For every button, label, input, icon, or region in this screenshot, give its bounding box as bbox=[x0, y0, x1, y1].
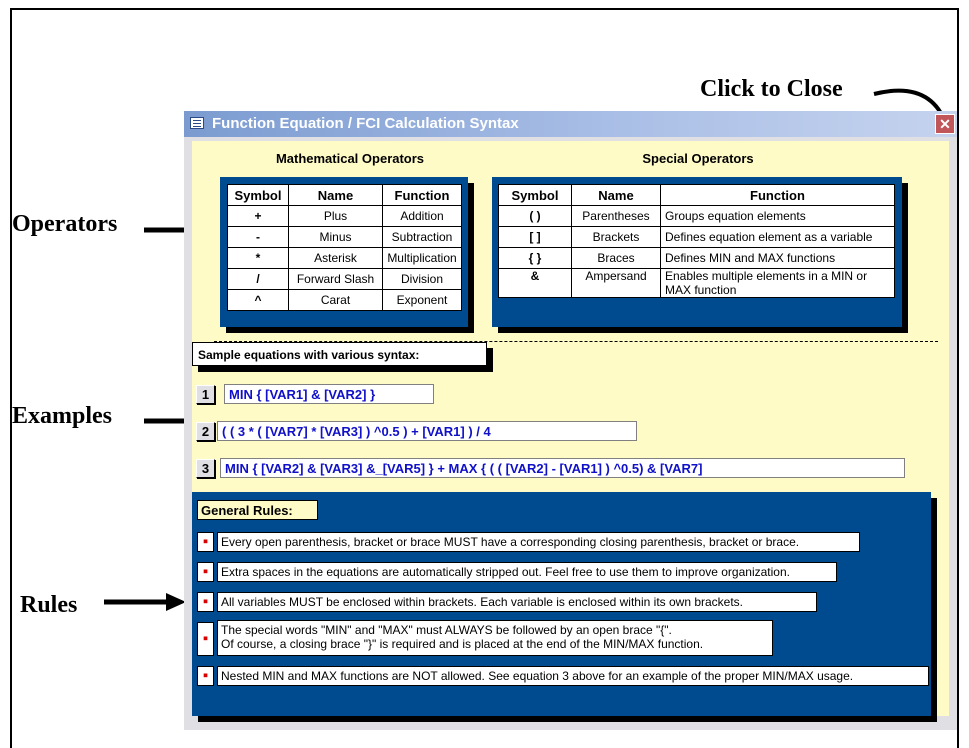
window-title: Function Equation / FCI Calculation Synt… bbox=[212, 115, 519, 132]
rule-item: The special words "MIN" and "MAX" must A… bbox=[217, 620, 773, 656]
name-cell: Asterisk bbox=[288, 247, 383, 269]
operators-callout: Operators bbox=[12, 211, 118, 237]
equation-2-button[interactable]: 2 bbox=[196, 422, 215, 441]
symbol-cell: + bbox=[227, 205, 289, 227]
equation-3-button[interactable]: 3 bbox=[196, 459, 215, 478]
column-header: Symbol bbox=[227, 184, 289, 206]
symbol-cell: ( ) bbox=[498, 205, 572, 227]
rule-item: Every open parenthesis, bracket or brace… bbox=[217, 532, 860, 552]
table-row: / Forward Slash Division bbox=[227, 268, 462, 290]
function-cell: Defines equation element as a variable bbox=[660, 226, 895, 248]
name-cell: Ampersand bbox=[571, 268, 661, 298]
window-titlebar[interactable]: Function Equation / FCI Calculation Synt… bbox=[184, 111, 957, 137]
form-icon bbox=[190, 117, 204, 129]
column-header: Name bbox=[288, 184, 383, 206]
table-row: ( ) Parentheses Groups equation elements bbox=[498, 205, 895, 227]
symbol-cell: - bbox=[227, 226, 289, 248]
rule-item: Extra spaces in the equations are automa… bbox=[217, 562, 837, 582]
bullet-icon: ▪ bbox=[197, 562, 214, 582]
symbol-cell: { } bbox=[498, 247, 572, 269]
symbol-cell: ^ bbox=[227, 289, 289, 311]
bullet-icon: ▪ bbox=[197, 532, 214, 552]
column-header: Symbol bbox=[498, 184, 572, 206]
function-cell: Groups equation elements bbox=[660, 205, 895, 227]
name-cell: Forward Slash bbox=[288, 268, 383, 290]
sample-equations-label: Sample equations with various syntax: bbox=[192, 342, 487, 366]
name-cell: Plus bbox=[288, 205, 383, 227]
click-to-close-callout: Click to Close bbox=[700, 76, 843, 102]
table-row: * Asterisk Multiplication bbox=[227, 247, 462, 269]
rule-text: Nested MIN and MAX functions are NOT all… bbox=[221, 669, 854, 683]
rule-item: Nested MIN and MAX functions are NOT all… bbox=[217, 666, 929, 686]
special-operators-table: Symbol Name Function ( ) Parentheses Gro… bbox=[498, 184, 895, 298]
rule-item: All variables MUST be enclosed within br… bbox=[217, 592, 817, 612]
function-cell: Multiplication bbox=[382, 247, 462, 269]
special-operators-heading: Special Operators bbox=[642, 151, 754, 166]
table-row: [ ] Brackets Defines equation element as… bbox=[498, 226, 895, 248]
bullet-icon: ▪ bbox=[197, 666, 214, 686]
rule-text: The special words "MIN" and "MAX" must A… bbox=[221, 623, 672, 637]
column-header: Function bbox=[382, 184, 462, 206]
bullet-icon: ▪ bbox=[197, 592, 214, 612]
function-cell: Enables multiple elements in a MIN or MA… bbox=[660, 268, 895, 298]
rules-callout: Rules bbox=[20, 592, 78, 618]
column-header: Function bbox=[660, 184, 895, 206]
equation-1-button[interactable]: 1 bbox=[196, 385, 215, 404]
function-cell: Division bbox=[382, 268, 462, 290]
function-cell: Defines MIN and MAX functions bbox=[660, 247, 895, 269]
name-cell: Parentheses bbox=[571, 205, 661, 227]
bullet-icon: ▪ bbox=[197, 622, 214, 656]
table-row: & Ampersand Enables multiple elements in… bbox=[498, 268, 895, 298]
math-operators-heading: Mathematical Operators bbox=[275, 151, 425, 166]
symbol-cell: [ ] bbox=[498, 226, 572, 248]
math-operators-table: Symbol Name Function + Plus Addition - M… bbox=[227, 184, 462, 311]
general-rules-title: General Rules: bbox=[197, 500, 318, 520]
function-cell: Exponent bbox=[382, 289, 462, 311]
rule-text: Every open parenthesis, bracket or brace… bbox=[221, 535, 800, 549]
x-icon: ✕ bbox=[939, 116, 951, 132]
equation-2-field[interactable]: ( ( 3 * ( [VAR7] * [VAR3] ) ^0.5 ) + [VA… bbox=[217, 421, 637, 441]
name-cell: Brackets bbox=[571, 226, 661, 248]
close-button[interactable]: ✕ bbox=[935, 114, 955, 134]
column-header: Name bbox=[571, 184, 661, 206]
symbol-cell: / bbox=[227, 268, 289, 290]
table-row: + Plus Addition bbox=[227, 205, 462, 227]
table-row: { } Braces Defines MIN and MAX functions bbox=[498, 247, 895, 269]
table-row: ^ Carat Exponent bbox=[227, 289, 462, 311]
arrow-right-icon bbox=[104, 593, 186, 611]
function-cell: Subtraction bbox=[382, 226, 462, 248]
name-cell: Carat bbox=[288, 289, 383, 311]
examples-callout: Examples bbox=[12, 403, 113, 429]
symbol-cell: * bbox=[227, 247, 289, 269]
symbol-cell: & bbox=[498, 268, 572, 298]
equation-3-field[interactable]: MIN { [VAR2] & [VAR3] &_[VAR5] } + MAX {… bbox=[220, 458, 905, 478]
name-cell: Minus bbox=[288, 226, 383, 248]
rule-text: Extra spaces in the equations are automa… bbox=[221, 565, 790, 579]
name-cell: Braces bbox=[571, 247, 661, 269]
function-cell: Addition bbox=[382, 205, 462, 227]
rule-text: All variables MUST be enclosed within br… bbox=[221, 595, 744, 609]
rule-text: Of course, a closing brace "}" is requir… bbox=[221, 637, 704, 651]
table-row: - Minus Subtraction bbox=[227, 226, 462, 248]
equation-1-field[interactable]: MIN { [VAR1] & [VAR2] } bbox=[224, 384, 434, 404]
